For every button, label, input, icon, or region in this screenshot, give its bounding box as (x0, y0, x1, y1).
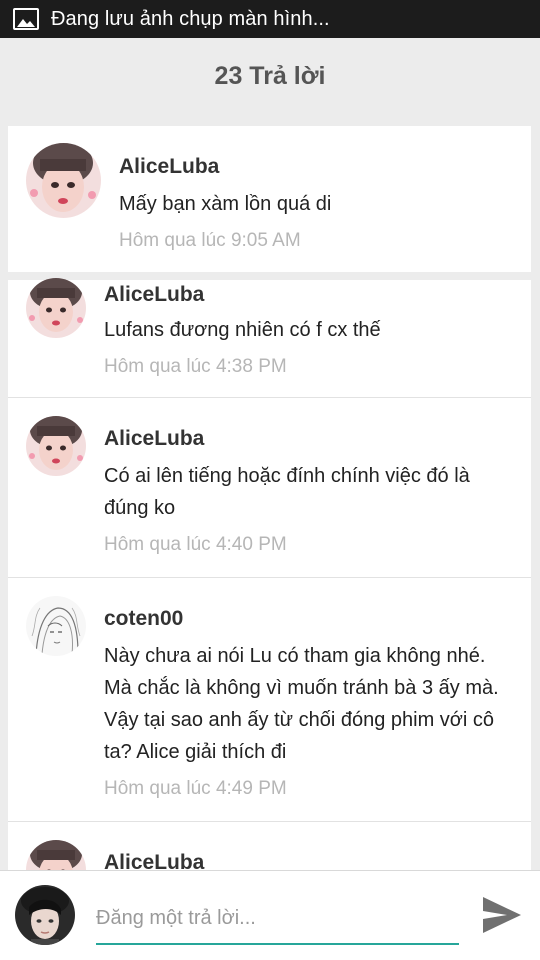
reply-author[interactable]: AliceLuba (104, 427, 204, 451)
reply-author[interactable]: AliceLuba (119, 155, 219, 179)
image-icon (13, 8, 39, 30)
reply-input[interactable] (96, 893, 459, 945)
reply-author[interactable]: coten00 (104, 607, 183, 631)
reply-item[interactable]: AliceLuba Có ai lên tiếng hoặc đính chín… (8, 398, 531, 577)
reply-text: Có ai lên tiếng hoặc đính chính việc đó … (104, 465, 470, 519)
avatar[interactable] (26, 840, 86, 870)
reply-item[interactable]: AliceLuba Lufans đương nhiên có f cx thế… (8, 278, 531, 397)
reply-text: Mấy bạn xàm lồn quá di (119, 193, 332, 215)
reply-item[interactable]: AliceLuba (8, 822, 531, 870)
avatar[interactable] (26, 416, 86, 476)
replies-header: 23 Trả lời (0, 38, 540, 114)
reply-text: Này chưa ai nói Lu có tham gia không nhé… (104, 645, 499, 763)
avatar[interactable] (26, 278, 86, 338)
avatar[interactable] (26, 596, 86, 656)
page-title: 23 Trả lời (214, 61, 326, 90)
status-text: Đang lưu ảnh chụp màn hình... (51, 7, 330, 30)
reply-time: Hôm qua lúc 4:49 PM (104, 778, 287, 799)
avatar[interactable] (26, 143, 101, 218)
reply-time: Hôm qua lúc 4:40 PM (104, 534, 287, 555)
reply-composer (0, 870, 540, 960)
status-bar: Đang lưu ảnh chụp màn hình... (0, 0, 540, 38)
reply-time: Hôm qua lúc 9:05 AM (119, 230, 301, 251)
reply-item[interactable]: AliceLuba Mấy bạn xàm lồn quá di Hôm qua… (8, 126, 531, 272)
reply-time: Hôm qua lúc 4:38 PM (104, 356, 287, 377)
reply-item[interactable]: coten00 Này chưa ai nói Lu có tham gia k… (8, 578, 531, 821)
reply-author[interactable]: AliceLuba (104, 851, 204, 870)
replies-list[interactable]: AliceLuba Mấy bạn xàm lồn quá di Hôm qua… (8, 126, 531, 870)
send-icon[interactable] (481, 895, 523, 935)
reply-author[interactable]: AliceLuba (104, 283, 204, 307)
user-avatar[interactable] (15, 885, 75, 945)
reply-text: Lufans đương nhiên có f cx thế (104, 319, 381, 341)
